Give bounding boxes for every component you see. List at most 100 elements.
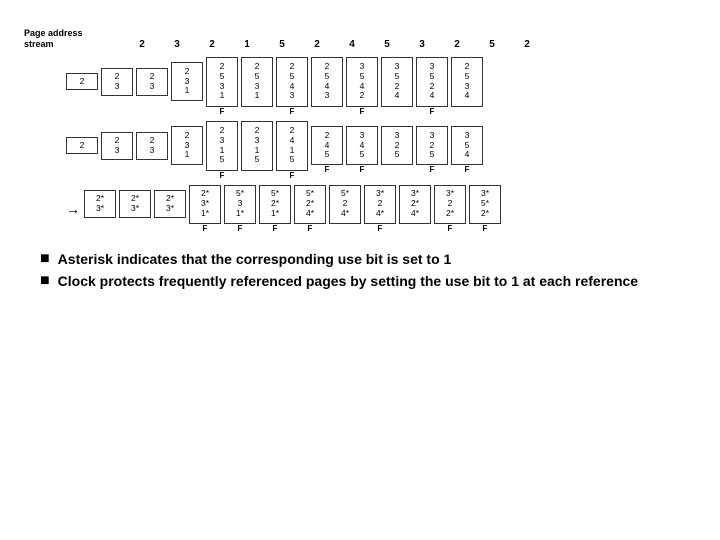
memory-cell: 2*3* bbox=[154, 190, 186, 218]
bullet-dot: ■ bbox=[40, 251, 50, 267]
memory-cell: 2543 bbox=[311, 57, 343, 107]
memory-cell: 23 bbox=[101, 132, 133, 160]
memory-cell: 3*5*2* bbox=[469, 185, 501, 224]
memory-cell: 3524 bbox=[416, 57, 448, 107]
bullet-dot: ■ bbox=[40, 273, 50, 289]
cell-group: 354F bbox=[451, 126, 483, 175]
memory-cell: 5*2*1* bbox=[259, 185, 291, 224]
cell-group: 325 bbox=[381, 126, 413, 175]
fault-label: F bbox=[483, 224, 488, 234]
memory-cell: 354 bbox=[451, 126, 483, 165]
fault-label: F bbox=[430, 165, 435, 175]
fault-label: F bbox=[360, 165, 365, 175]
stream-value: 2 bbox=[511, 39, 543, 50]
fault-label: F bbox=[360, 107, 365, 117]
fault-label: F bbox=[290, 107, 295, 117]
memory-cell: 2 bbox=[66, 73, 98, 90]
fault-label: F bbox=[325, 165, 330, 175]
stream-value: 4 bbox=[336, 39, 368, 50]
cell-group: 2315 bbox=[241, 121, 273, 181]
lru-row: 223232312531F25312543F25433542F35243524F… bbox=[24, 57, 696, 117]
bullet-text: Clock protects frequently referenced pag… bbox=[58, 272, 638, 290]
memory-cell: 2534 bbox=[451, 57, 483, 107]
lru-cells: 223232312531F25312543F25433542F35243524F… bbox=[66, 57, 483, 117]
memory-cell: 345 bbox=[346, 126, 378, 165]
cell-group: 2534 bbox=[451, 57, 483, 117]
clock-arrow: → bbox=[66, 201, 80, 217]
cell-group: 5*2*1*F bbox=[259, 185, 291, 234]
cell-group: 2*3*1*F bbox=[189, 185, 221, 234]
fault-label: F bbox=[220, 107, 225, 117]
stream-value: 5 bbox=[476, 39, 508, 50]
memory-cell: 325 bbox=[416, 126, 448, 165]
memory-cell: 2315 bbox=[206, 121, 238, 171]
memory-cell: 3*22* bbox=[434, 185, 466, 224]
stream-numbers: 232152453252 bbox=[126, 39, 543, 50]
clock-cells: 2*3*2*3*2*3*2*3*1*F5*31*F5*2*1*F5*2*4*F5… bbox=[84, 185, 501, 234]
memory-cell: 3524 bbox=[381, 57, 413, 107]
memory-cell: 3*2*4* bbox=[399, 185, 431, 224]
cell-group: 2 bbox=[66, 73, 98, 100]
cell-group: 2*3* bbox=[84, 190, 116, 228]
fifo-row: 223232312315F23152415F245F345F325325F354… bbox=[24, 121, 696, 181]
stream-value: 2 bbox=[301, 39, 333, 50]
fault-label: F bbox=[220, 171, 225, 181]
fault-label: F bbox=[273, 224, 278, 234]
fault-label: F bbox=[448, 224, 453, 234]
stream-value: 1 bbox=[231, 39, 263, 50]
fault-label: F bbox=[238, 224, 243, 234]
clock-row: → 2*3*2*3*2*3*2*3*1*F5*31*F5*2*1*F5*2*4*… bbox=[24, 185, 696, 234]
cell-group: 2543 bbox=[311, 57, 343, 117]
memory-cell: 23 bbox=[136, 68, 168, 96]
cell-group: 3542F bbox=[346, 57, 378, 117]
cell-group: 23 bbox=[101, 68, 133, 106]
memory-cell: 2315 bbox=[241, 121, 273, 171]
memory-cell: 23 bbox=[136, 132, 168, 160]
memory-cell: 2 bbox=[66, 137, 98, 154]
memory-cell: 5*31* bbox=[224, 185, 256, 224]
cell-group: 2415F bbox=[276, 121, 308, 181]
memory-cell: 2415 bbox=[276, 121, 308, 171]
fault-label: F bbox=[308, 224, 313, 234]
cell-group: 2315F bbox=[206, 121, 238, 181]
bullet-text: Asterisk indicates that the correspondin… bbox=[58, 250, 452, 268]
cell-group: 2*3* bbox=[119, 190, 151, 228]
memory-cell: 5*24* bbox=[329, 185, 361, 224]
memory-cell: 2531 bbox=[206, 57, 238, 107]
memory-cell: 231 bbox=[171, 126, 203, 165]
stream-label: Page addressstream bbox=[24, 28, 126, 50]
cell-group: 2531 bbox=[241, 57, 273, 117]
cell-group: 2531F bbox=[206, 57, 238, 117]
cell-group: 3*2*4* bbox=[399, 185, 431, 234]
stream-header: Page addressstream 232152453252 bbox=[24, 28, 696, 50]
cell-group: 2543F bbox=[276, 57, 308, 117]
fault-label: F bbox=[378, 224, 383, 234]
stream-value: 2 bbox=[441, 39, 473, 50]
fault-label: F bbox=[430, 107, 435, 117]
cell-group: 2*3* bbox=[154, 190, 186, 228]
memory-cell: 325 bbox=[381, 126, 413, 165]
memory-cell: 2*3* bbox=[84, 190, 116, 218]
fault-label: F bbox=[203, 224, 208, 234]
memory-cell: 2531 bbox=[241, 57, 273, 107]
fault-label: F bbox=[465, 165, 470, 175]
cell-group: 3*5*2*F bbox=[469, 185, 501, 234]
page: Page addressstream 232152453252 22323231… bbox=[0, 0, 720, 540]
memory-cell: 2*3* bbox=[119, 190, 151, 218]
cell-group: 3*24*F bbox=[364, 185, 396, 234]
cell-group: 345F bbox=[346, 126, 378, 175]
stream-value: 5 bbox=[266, 39, 298, 50]
cell-group: 3*22*F bbox=[434, 185, 466, 234]
memory-cell: 3*24* bbox=[364, 185, 396, 224]
memory-cell: 2543 bbox=[276, 57, 308, 107]
cell-group: 23 bbox=[101, 132, 133, 170]
cell-group: 245F bbox=[311, 126, 343, 175]
stream-value: 5 bbox=[371, 39, 403, 50]
memory-cell: 231 bbox=[171, 62, 203, 101]
stream-value: 2 bbox=[196, 39, 228, 50]
cell-group: 3524 bbox=[381, 57, 413, 117]
fault-label: F bbox=[290, 171, 295, 181]
cell-group: 3524F bbox=[416, 57, 448, 117]
bullet-section: ■ Asterisk indicates that the correspondi… bbox=[40, 250, 696, 290]
stream-value: 2 bbox=[126, 39, 158, 50]
